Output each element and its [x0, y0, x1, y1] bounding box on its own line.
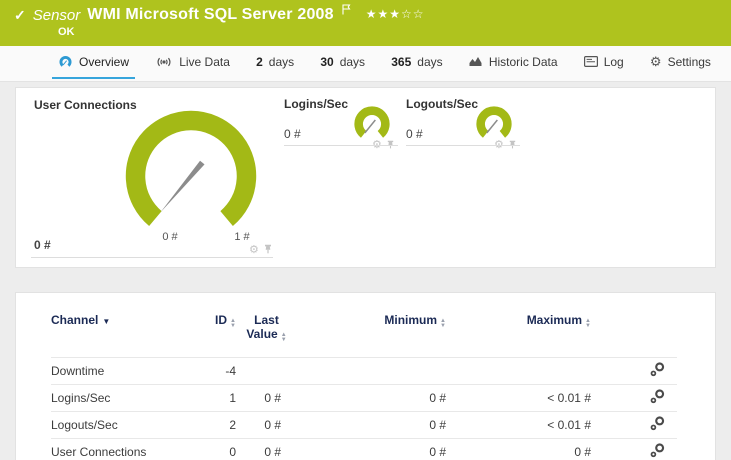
tab-live-data[interactable]: Live Data	[149, 46, 236, 79]
gear-icon: ⚙	[649, 54, 662, 69]
channel-maximum-cell: < 0.01 #	[456, 384, 601, 412]
channel-actions-cell	[601, 438, 677, 460]
channel-maximum-cell: 0 #	[456, 438, 601, 460]
channel-last-value-cell: 0 #	[246, 384, 291, 412]
main-gauge-value: 0 #	[34, 238, 51, 252]
tab-label: days	[417, 54, 443, 69]
column-header-channel[interactable]: Channel ▼	[51, 293, 201, 358]
ok-check-icon: ✓	[14, 6, 26, 23]
channel-id-cell: 0	[201, 438, 246, 460]
mini-gauge-title: Logins/Sec	[284, 97, 349, 111]
channel-last-value-cell	[246, 357, 291, 385]
channel-last-value-cell: 0 #	[246, 411, 291, 439]
column-header-minimum[interactable]: Minimum ▲ ▼	[291, 293, 456, 358]
mini-gauge-value: 0 #	[284, 127, 301, 141]
divider	[406, 145, 520, 146]
channel-settings-gears-icon[interactable]	[650, 443, 665, 460]
channel-actions-cell	[601, 357, 677, 385]
sensor-status-bar: ✓ Sensor WMI Microsoft SQL Server 2008 ★…	[0, 0, 731, 46]
tab-label: Overview	[79, 54, 130, 69]
tab-overview[interactable]: Overview	[52, 46, 136, 79]
channel-minimum-cell: 0 #	[291, 384, 456, 412]
sort-toggle-icon: ▲ ▼	[230, 318, 236, 329]
channel-name-cell: User Connections	[51, 438, 201, 460]
channel-name-cell: Downtime	[51, 357, 201, 385]
channel-maximum-cell	[456, 357, 601, 385]
user-connections-gauge	[125, 110, 257, 226]
tab-365-days[interactable]: 365 days	[385, 46, 448, 79]
divider	[31, 257, 273, 258]
tab-label: Live Data	[179, 54, 230, 69]
channel-actions-cell	[601, 384, 677, 412]
channels-table: Channel ▼ ID ▲ ▼ Last Value ▲ ▼ Minimum ▲ ▼ Max…	[51, 293, 677, 460]
channel-id-cell: -4	[201, 357, 246, 385]
tab-number: 2	[256, 54, 263, 69]
flag-icon[interactable]	[342, 2, 351, 20]
area-chart-icon	[469, 56, 483, 67]
channel-id-cell: 2	[201, 411, 246, 439]
divider	[284, 145, 398, 146]
sort-desc-icon: ▼	[102, 317, 111, 326]
sensor-status-text: OK	[58, 26, 75, 38]
channel-settings-gears-icon[interactable]	[650, 416, 665, 434]
tab-label: Log	[603, 54, 624, 69]
column-header-id[interactable]: ID ▲ ▼	[201, 293, 246, 358]
tab-label: Settings	[667, 54, 711, 69]
channel-name-cell: Logouts/Sec	[51, 411, 201, 439]
broadcast-icon	[155, 56, 173, 68]
tab-30-days[interactable]: 30 days	[314, 46, 371, 79]
sort-toggle-icon: ▲ ▼	[280, 332, 287, 343]
table-row[interactable]: Downtime -4	[51, 357, 677, 385]
object-kind-label: Sensor	[32, 6, 81, 24]
gauge-icon	[58, 55, 73, 69]
channel-settings-gears-icon[interactable]	[650, 362, 665, 380]
column-header-actions	[601, 293, 677, 358]
channel-minimum-cell: 0 #	[291, 438, 456, 460]
tab-number: 365	[391, 54, 412, 69]
tab-label: Historic Data	[488, 54, 558, 69]
table-row[interactable]: Logins/Sec 1 0 # 0 # < 0.01 #	[51, 384, 677, 412]
channel-minimum-cell	[291, 357, 456, 385]
log-icon	[583, 56, 598, 67]
channel-actions-cell	[601, 411, 677, 439]
tab-bar: Overview Live Data 2 days 30 days 365 da…	[0, 46, 731, 82]
gauge-scale-min: 0 #	[162, 231, 178, 243]
channel-id-cell: 1	[201, 384, 246, 412]
tab-historic-data[interactable]: Historic Data	[463, 46, 564, 79]
gauge-settings-gear-icon[interactable]: ⚙	[249, 244, 259, 256]
column-header-maximum[interactable]: Maximum ▲ ▼	[456, 293, 601, 358]
channel-settings-gears-icon[interactable]	[650, 389, 665, 407]
table-row[interactable]: Logouts/Sec 2 0 # 0 # < 0.01 #	[51, 411, 677, 439]
tab-log[interactable]: Log	[578, 46, 630, 79]
channels-panel: Channel ▼ ID ▲ ▼ Last Value ▲ ▼ Minimum ▲ ▼ Max…	[15, 292, 716, 460]
tab-settings[interactable]: ⚙ Settings	[644, 46, 717, 79]
table-row[interactable]: User Connections 0 0 # 0 # 0 #	[51, 438, 677, 460]
column-header-last-value[interactable]: Last Value ▲ ▼	[246, 293, 291, 358]
mini-gauge-value: 0 #	[406, 127, 423, 141]
channel-name-cell: Logins/Sec	[51, 384, 201, 412]
tab-number: 30	[320, 54, 334, 69]
sort-toggle-icon: ▲ ▼	[440, 318, 446, 329]
channel-table-body: Downtime -4 Logins/Sec 1 0 # 0 # < 0.01 …	[51, 357, 677, 460]
sensor-title: WMI Microsoft SQL Server 2008	[87, 6, 334, 23]
priority-stars[interactable]: ★★★☆☆	[366, 7, 425, 21]
channel-maximum-cell: < 0.01 #	[456, 411, 601, 439]
tab-label: days	[268, 54, 295, 69]
channel-last-value-cell: 0 #	[246, 438, 291, 460]
table-header-row: Channel ▼ ID ▲ ▼ Last Value ▲ ▼ Minimum ▲ ▼ Max…	[51, 293, 677, 358]
sort-toggle-icon: ▲ ▼	[585, 318, 591, 329]
gauges-panel: User Connections 0 # 1 # 0 # ⚙ Logins/Se…	[15, 87, 716, 268]
mini-gauge-title: Logouts/Sec	[406, 97, 479, 111]
channel-minimum-cell: 0 #	[291, 411, 456, 439]
tab-2-days[interactable]: 2 days	[250, 46, 300, 79]
tab-label: days	[339, 54, 366, 69]
